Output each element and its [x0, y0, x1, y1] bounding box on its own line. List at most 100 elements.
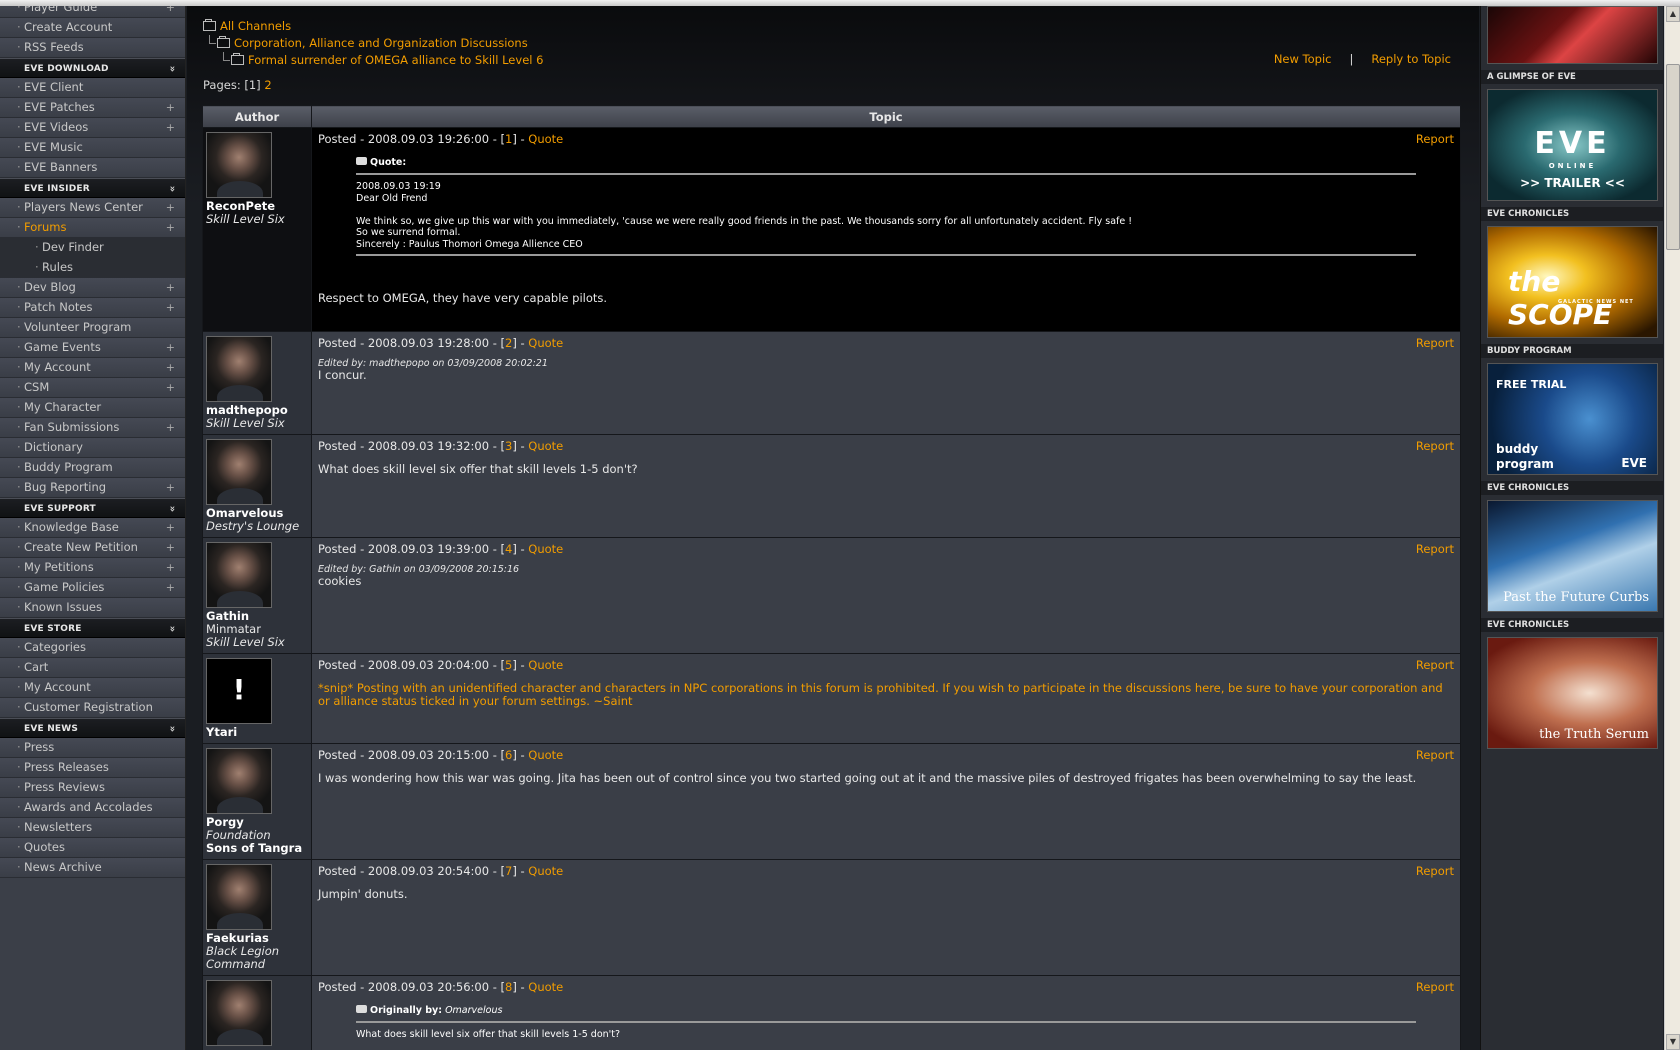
- post-number-link[interactable]: 3: [505, 439, 512, 453]
- breadcrumb-link-topic[interactable]: Formal surrender of OMEGA alliance to Sk…: [248, 53, 543, 67]
- quote-link[interactable]: Quote: [528, 658, 563, 672]
- sidebar-item[interactable]: Press Reviews: [0, 778, 185, 798]
- sidebar-item[interactable]: EVE Patches +: [0, 98, 185, 118]
- post-number-link[interactable]: 5: [505, 658, 512, 672]
- expand-plus-icon[interactable]: +: [166, 418, 175, 437]
- sidebar-item[interactable]: CSM +: [0, 378, 185, 398]
- quote-link[interactable]: Quote: [528, 864, 563, 878]
- sidebar-item[interactable]: Known Issues: [0, 598, 185, 618]
- post-number-link[interactable]: 7: [505, 864, 512, 878]
- report-link[interactable]: Report: [1416, 132, 1454, 146]
- breadcrumb-link-all-channels[interactable]: All Channels: [220, 19, 291, 33]
- page-2-link[interactable]: 2: [264, 78, 271, 92]
- sidebar-item[interactable]: Player Guide +: [0, 6, 185, 18]
- sidebar-item[interactable]: My Character: [0, 398, 185, 418]
- chevron-icon[interactable]: »: [162, 506, 182, 513]
- avatar[interactable]: [206, 980, 272, 1046]
- avatar[interactable]: [206, 748, 272, 814]
- sidebar-item[interactable]: Categories: [0, 638, 185, 658]
- report-link[interactable]: Report: [1416, 980, 1454, 994]
- sidebar-item[interactable]: Patch Notes +: [0, 298, 185, 318]
- breadcrumb-level1[interactable]: All Channels: [203, 18, 543, 35]
- expand-plus-icon[interactable]: +: [166, 518, 175, 537]
- scroll-up-arrow-icon[interactable]: ▲: [1666, 6, 1680, 22]
- quote-link[interactable]: Quote: [528, 439, 563, 453]
- expand-plus-icon[interactable]: +: [166, 478, 175, 497]
- sidebar-item[interactable]: Newsletters: [0, 818, 185, 838]
- sidebar-item[interactable]: Quotes: [0, 838, 185, 858]
- expand-plus-icon[interactable]: +: [166, 378, 175, 397]
- vertical-scrollbar[interactable]: ▲ ▼: [1664, 6, 1680, 1050]
- reply-to-topic-link[interactable]: Reply to Topic: [1371, 52, 1451, 66]
- breadcrumb-level2[interactable]: Corporation, Alliance and Organization D…: [203, 35, 543, 52]
- new-topic-link[interactable]: New Topic: [1274, 52, 1332, 66]
- sidebar-item[interactable]: EVE Banners: [0, 158, 185, 178]
- breadcrumb-link-category[interactable]: Corporation, Alliance and Organization D…: [234, 36, 528, 50]
- sidebar-section-header[interactable]: EVE NEWS »: [0, 718, 185, 738]
- expand-plus-icon[interactable]: +: [166, 558, 175, 577]
- report-link[interactable]: Report: [1416, 864, 1454, 878]
- promo-banner[interactable]: FREE TRIAL buddy program EVE: [1487, 363, 1658, 475]
- sidebar-section-header[interactable]: EVE STORE »: [0, 618, 185, 638]
- promo-banner[interactable]: the Truth Serum: [1487, 637, 1658, 749]
- post-number-link[interactable]: 4: [505, 542, 512, 556]
- author-name[interactable]: Ytari: [206, 726, 308, 739]
- chevron-icon[interactable]: »: [162, 66, 182, 73]
- chevron-icon[interactable]: »: [162, 626, 182, 633]
- avatar[interactable]: [206, 864, 272, 930]
- sidebar-item[interactable]: EVE Client: [0, 78, 185, 98]
- sidebar-item[interactable]: Knowledge Base +: [0, 518, 185, 538]
- report-link[interactable]: Report: [1416, 439, 1454, 453]
- expand-plus-icon[interactable]: +: [166, 358, 175, 377]
- quote-link[interactable]: Quote: [528, 542, 563, 556]
- post-number-link[interactable]: 2: [505, 336, 512, 350]
- sidebar-section-header[interactable]: EVE INSIDER »: [0, 178, 185, 198]
- expand-plus-icon[interactable]: +: [166, 298, 175, 317]
- quote-link[interactable]: Quote: [528, 336, 563, 350]
- sidebar-item[interactable]: My Petitions +: [0, 558, 185, 578]
- expand-plus-icon[interactable]: +: [166, 538, 175, 557]
- avatar[interactable]: [206, 336, 272, 402]
- report-link[interactable]: Report: [1416, 336, 1454, 350]
- promo-banner[interactable]: the SCOPE GALACTIC NEWS NET: [1487, 226, 1658, 338]
- sidebar-item[interactable]: Customer Registration: [0, 698, 185, 718]
- sidebar-section-header[interactable]: EVE DOWNLOAD »: [0, 58, 185, 78]
- sidebar-item[interactable]: News Archive: [0, 858, 185, 878]
- sidebar-item[interactable]: My Account +: [0, 358, 185, 378]
- sidebar-item[interactable]: My Account: [0, 678, 185, 698]
- expand-plus-icon[interactable]: +: [166, 198, 175, 217]
- avatar[interactable]: [206, 132, 272, 198]
- sidebar-item[interactable]: RSS Feeds: [0, 38, 185, 58]
- sidebar-item[interactable]: Buddy Program: [0, 458, 185, 478]
- report-link[interactable]: Report: [1416, 658, 1454, 672]
- sidebar-item[interactable]: Game Policies +: [0, 578, 185, 598]
- post-number-link[interactable]: 8: [505, 980, 512, 994]
- expand-plus-icon[interactable]: +: [166, 118, 175, 137]
- expand-plus-icon[interactable]: +: [166, 98, 175, 117]
- quote-link[interactable]: Quote: [528, 748, 563, 762]
- sidebar-section-header[interactable]: EVE SUPPORT »: [0, 498, 185, 518]
- quote-link[interactable]: Quote: [528, 980, 563, 994]
- avatar[interactable]: [206, 542, 272, 608]
- sidebar-item[interactable]: Fan Submissions +: [0, 418, 185, 438]
- sidebar-item[interactable]: Dictionary: [0, 438, 185, 458]
- sidebar-item[interactable]: Dev Blog +: [0, 278, 185, 298]
- sidebar-item[interactable]: Cart: [0, 658, 185, 678]
- sidebar-item[interactable]: Create New Petition +: [0, 538, 185, 558]
- sidebar-item[interactable]: Dev Finder: [0, 238, 185, 258]
- sidebar-item[interactable]: Volunteer Program: [0, 318, 185, 338]
- quote-link[interactable]: Quote: [528, 132, 563, 146]
- promo-banner[interactable]: [1487, 6, 1658, 64]
- sidebar-item[interactable]: Rules: [0, 258, 185, 278]
- sidebar-item[interactable]: Press Releases: [0, 758, 185, 778]
- promo-banner[interactable]: EVE ONLINE >> TRAILER <<: [1487, 89, 1658, 201]
- sidebar-item[interactable]: Players News Center +: [0, 198, 185, 218]
- sidebar-item[interactable]: Forums +: [0, 218, 185, 238]
- expand-plus-icon[interactable]: +: [166, 338, 175, 357]
- sidebar-item[interactable]: Bug Reporting +: [0, 478, 185, 498]
- sidebar-item[interactable]: Press: [0, 738, 185, 758]
- scroll-down-arrow-icon[interactable]: ▼: [1666, 1034, 1680, 1050]
- report-link[interactable]: Report: [1416, 542, 1454, 556]
- sidebar-item[interactable]: Awards and Accolades: [0, 798, 185, 818]
- breadcrumb-level3[interactable]: Formal surrender of OMEGA alliance to Sk…: [203, 52, 543, 69]
